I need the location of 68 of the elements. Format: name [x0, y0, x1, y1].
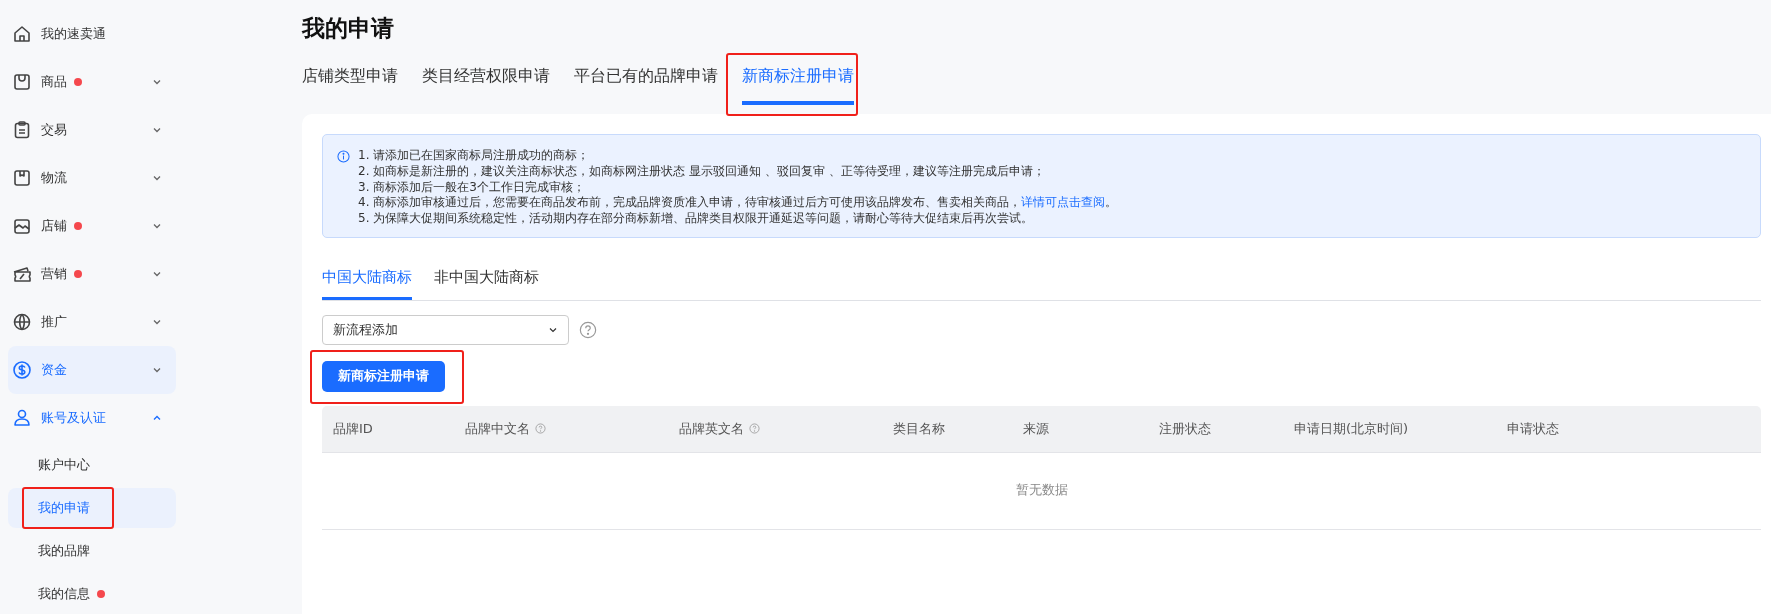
chevron-up-icon: [152, 413, 162, 423]
sidebar-item[interactable]: 推广: [8, 298, 176, 346]
help-icon[interactable]: [535, 423, 546, 435]
sidebar-item-label: 物流: [41, 169, 67, 187]
sidebar-item[interactable]: 物流: [8, 154, 176, 202]
sidebar-item-label: 资金: [41, 361, 67, 379]
notice-text: 3. 商标添加后一般在3个工作日完成审核；: [358, 179, 586, 196]
chevron-down-icon: [548, 325, 558, 335]
bag-icon: [12, 72, 32, 92]
sidebar-item[interactable]: 店铺: [8, 202, 176, 250]
empty-state-text: 暂无数据: [1015, 482, 1068, 500]
column-header: 品牌中文名: [465, 420, 530, 438]
sidebar-subitem[interactable]: 我的申请: [8, 488, 176, 528]
chevron-down-icon: [152, 365, 162, 375]
info-icon: [337, 150, 350, 163]
page-title: 我的申请: [302, 14, 395, 43]
column-header: 注册状态: [1159, 420, 1211, 438]
chevron-down-icon: [152, 269, 162, 279]
tab[interactable]: 平台已有的品牌申请: [574, 62, 718, 105]
sidebar-item-label: 交易: [41, 121, 67, 139]
help-icon[interactable]: [579, 321, 597, 339]
column-header: 品牌ID: [333, 420, 373, 438]
column-header: 申请日期(北京时间): [1294, 420, 1409, 438]
store-icon: [12, 216, 32, 236]
mode-dropdown[interactable]: 新流程添加: [322, 315, 569, 345]
column-header: 来源: [1023, 420, 1049, 438]
sidebar-subitem[interactable]: 账户中心: [8, 445, 176, 485]
column-header: 申请状态: [1507, 420, 1559, 438]
tab[interactable]: 中国大陆商标: [322, 260, 412, 300]
globe-icon: [12, 312, 32, 332]
dollar-icon: [12, 360, 32, 380]
tab[interactable]: 类目经营权限申请: [422, 62, 550, 105]
details-link[interactable]: 详情可点击查阅: [1021, 195, 1106, 210]
sidebar-subitem[interactable]: 我的品牌: [8, 531, 176, 571]
tab[interactable]: 店铺类型申请: [302, 62, 398, 105]
chevron-down-icon: [152, 77, 162, 87]
notice-text: 4. 商标添加审核通过后，您需要在商品发布前，完成品牌资质准入申请，待审核通过后方可使用该品牌发布、售卖相关商品，详情可点击查阅。: [358, 195, 1118, 212]
home-icon: [12, 24, 32, 44]
chevron-down-icon: [152, 317, 162, 327]
notice-text: 2. 如商标是新注册的，建议关注商标状态，如商标网注册状态 显示驳回通知 、驳回复审 、正等待受理，建议等注册完成后申请；: [358, 163, 1046, 180]
sidebar-item-label: 营销: [41, 265, 67, 283]
chevron-down-icon: [152, 221, 162, 231]
column-header: 类目名称: [893, 420, 945, 438]
sidebar-item[interactable]: 商品: [8, 58, 176, 106]
sidebar-item-label: 商品: [41, 73, 67, 91]
chevron-down-icon: [152, 173, 162, 183]
sidebar-subitem[interactable]: 我的信息: [8, 574, 176, 614]
new-trademark-button[interactable]: 新商标注册申请: [322, 361, 445, 392]
tab[interactable]: 新商标注册申请: [742, 62, 854, 105]
sidebar-item[interactable]: 我的速卖通: [8, 10, 176, 58]
sidebar-item-label: 我的速卖通: [41, 25, 106, 43]
box-icon: [12, 168, 32, 188]
ticket-icon: [12, 264, 32, 284]
sidebar-item-label: 账号及认证: [41, 409, 106, 427]
sidebar-item-label: 推广: [41, 313, 67, 331]
sidebar-item[interactable]: 交易: [8, 106, 176, 154]
notice-text: 5. 为保障大促期间系统稳定性，活动期内存在部分商标新增、品牌类目权限开通延迟等问题，请耐心等待大促结束后再次尝试。: [358, 211, 1035, 227]
sidebar-item[interactable]: 账号及认证: [8, 394, 176, 442]
sidebar-item[interactable]: 营销: [8, 250, 176, 298]
sidebar-item[interactable]: 资金: [8, 346, 176, 394]
notice-text: 1. 请添加已在国家商标局注册成功的商标；: [358, 148, 591, 164]
chevron-down-icon: [152, 125, 162, 135]
help-icon[interactable]: [749, 423, 760, 435]
column-header: 品牌英文名: [679, 420, 744, 438]
sidebar-item-label: 店铺: [41, 217, 67, 235]
clipboard-icon: [12, 120, 32, 140]
user-icon: [12, 408, 32, 428]
tab[interactable]: 非中国大陆商标: [434, 260, 539, 300]
